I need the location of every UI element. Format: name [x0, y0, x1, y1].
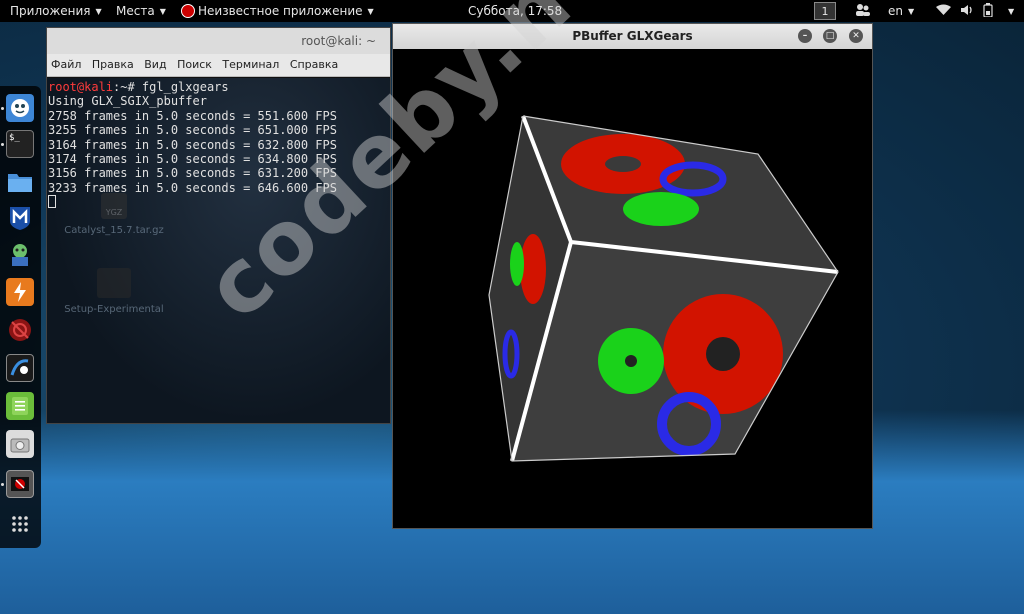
running-indicator [1, 143, 4, 146]
green-gear-left [510, 242, 524, 286]
maximize-button[interactable]: □ [823, 29, 837, 43]
people-icon[interactable] [855, 0, 871, 22]
output-line: 3174 frames in 5.0 seconds = 634.800 FPS [48, 152, 337, 167]
volume-icon[interactable] [960, 0, 974, 22]
output-line: 3164 frames in 5.0 seconds = 632.800 FPS [48, 137, 337, 152]
terminal-window[interactable]: root@kali: ~ Файл Правка Вид Поиск Терми… [46, 27, 391, 424]
menu-terminal[interactable]: Терминал [222, 58, 279, 71]
terminal-icon[interactable]: $_ [6, 130, 34, 158]
caret-down-icon: ▼ [95, 7, 102, 16]
active-app-menu[interactable]: Неизвестное приложение ▼ [181, 0, 374, 22]
desktop-icon-label: Catalyst_15.7.tar.gz [64, 225, 164, 236]
minimize-icon: – [802, 31, 808, 41]
text-editor-icon[interactable] [6, 392, 34, 420]
desktop-icon-label: Setup-Experimental [64, 304, 164, 315]
running-indicator [1, 107, 4, 110]
glxgears-window[interactable]: PBuffer GLXGears – □ ✕ [392, 23, 873, 529]
archive-icon: YGZ [101, 193, 127, 219]
terminal-output[interactable]: root@kali:~# fgl_glxgears Using GLX_SGIX… [47, 78, 390, 423]
prompt-command: :~# fgl_glxgears [113, 80, 229, 94]
running-indicator [1, 483, 4, 486]
files-icon[interactable] [6, 168, 34, 196]
screenshot-icon[interactable] [6, 430, 34, 458]
text-cursor [48, 195, 56, 209]
menu-view[interactable]: Вид [144, 58, 166, 71]
output-line: Using GLX_SGIX_pbuffer [48, 94, 207, 109]
gear-hole [625, 355, 637, 367]
menu-search[interactable]: Поиск [177, 58, 212, 71]
menu-help[interactable]: Справка [290, 58, 338, 71]
desktop-icon-archive[interactable]: YGZ Catalyst_15.7.tar.gz [59, 193, 169, 236]
language-menu[interactable]: en ▼ [888, 0, 914, 22]
output-line: 3255 frames in 5.0 seconds = 651.000 FPS [48, 123, 337, 138]
gear-hole [605, 156, 641, 172]
workspace-indicator[interactable]: 1 [814, 2, 836, 20]
caret-down-icon: ▼ [159, 7, 166, 16]
glxgears-titlebar[interactable]: PBuffer GLXGears – □ ✕ [393, 24, 872, 49]
menu-file[interactable]: Файл [51, 58, 81, 71]
terminal-menubar: Файл Правка Вид Поиск Терминал Справка [47, 54, 390, 77]
system-menu[interactable]: ▼ [1003, 0, 1014, 22]
gears-canvas [488, 115, 839, 462]
output-line: 3156 frames in 5.0 seconds = 631.200 FPS [48, 166, 337, 181]
caret-down-icon: ▼ [1008, 7, 1015, 16]
gear-hole [706, 337, 740, 371]
clock[interactable]: Суббота, 17:58 [468, 0, 562, 22]
wifi-icon[interactable] [936, 0, 951, 22]
armitage-icon[interactable] [6, 240, 34, 268]
app-icon [181, 4, 195, 18]
dock: $_ [0, 86, 41, 548]
prompt-line: root@kali:~# fgl_glxgears [48, 80, 390, 94]
red-gear-left [520, 234, 546, 304]
glxgears-app-icon[interactable] [6, 470, 34, 498]
close-icon: ✕ [852, 31, 860, 41]
faraday-icon[interactable] [6, 316, 34, 344]
battery-icon[interactable] [983, 0, 993, 22]
iceweasel-icon[interactable] [6, 94, 34, 122]
burpsuite-icon[interactable] [6, 278, 34, 306]
prompt-user: root@kali [48, 80, 114, 94]
caret-down-icon: ▼ [367, 7, 374, 16]
applications-menu[interactable]: Приложения ▼ [10, 0, 102, 22]
show-apps-icon[interactable] [6, 510, 34, 538]
minimize-button[interactable]: – [798, 29, 812, 43]
maximize-icon: □ [825, 31, 835, 41]
green-gear-top [623, 192, 699, 226]
menu-edit[interactable]: Правка [92, 58, 134, 71]
desktop-icon-folder[interactable]: Setup-Experimental [59, 268, 169, 315]
top-bar: Приложения ▼ Места ▼ Неизвестное приложени… [0, 0, 1024, 22]
places-menu[interactable]: Места ▼ [116, 0, 166, 22]
close-button[interactable]: ✕ [849, 29, 863, 43]
folder-icon [97, 268, 131, 298]
maltego-icon[interactable] [6, 354, 34, 382]
terminal-titlebar[interactable]: root@kali: ~ [47, 28, 390, 54]
output-line: 2758 frames in 5.0 seconds = 551.600 FPS [48, 108, 337, 123]
caret-down-icon: ▼ [908, 7, 915, 16]
metasploit-icon[interactable] [6, 204, 34, 232]
